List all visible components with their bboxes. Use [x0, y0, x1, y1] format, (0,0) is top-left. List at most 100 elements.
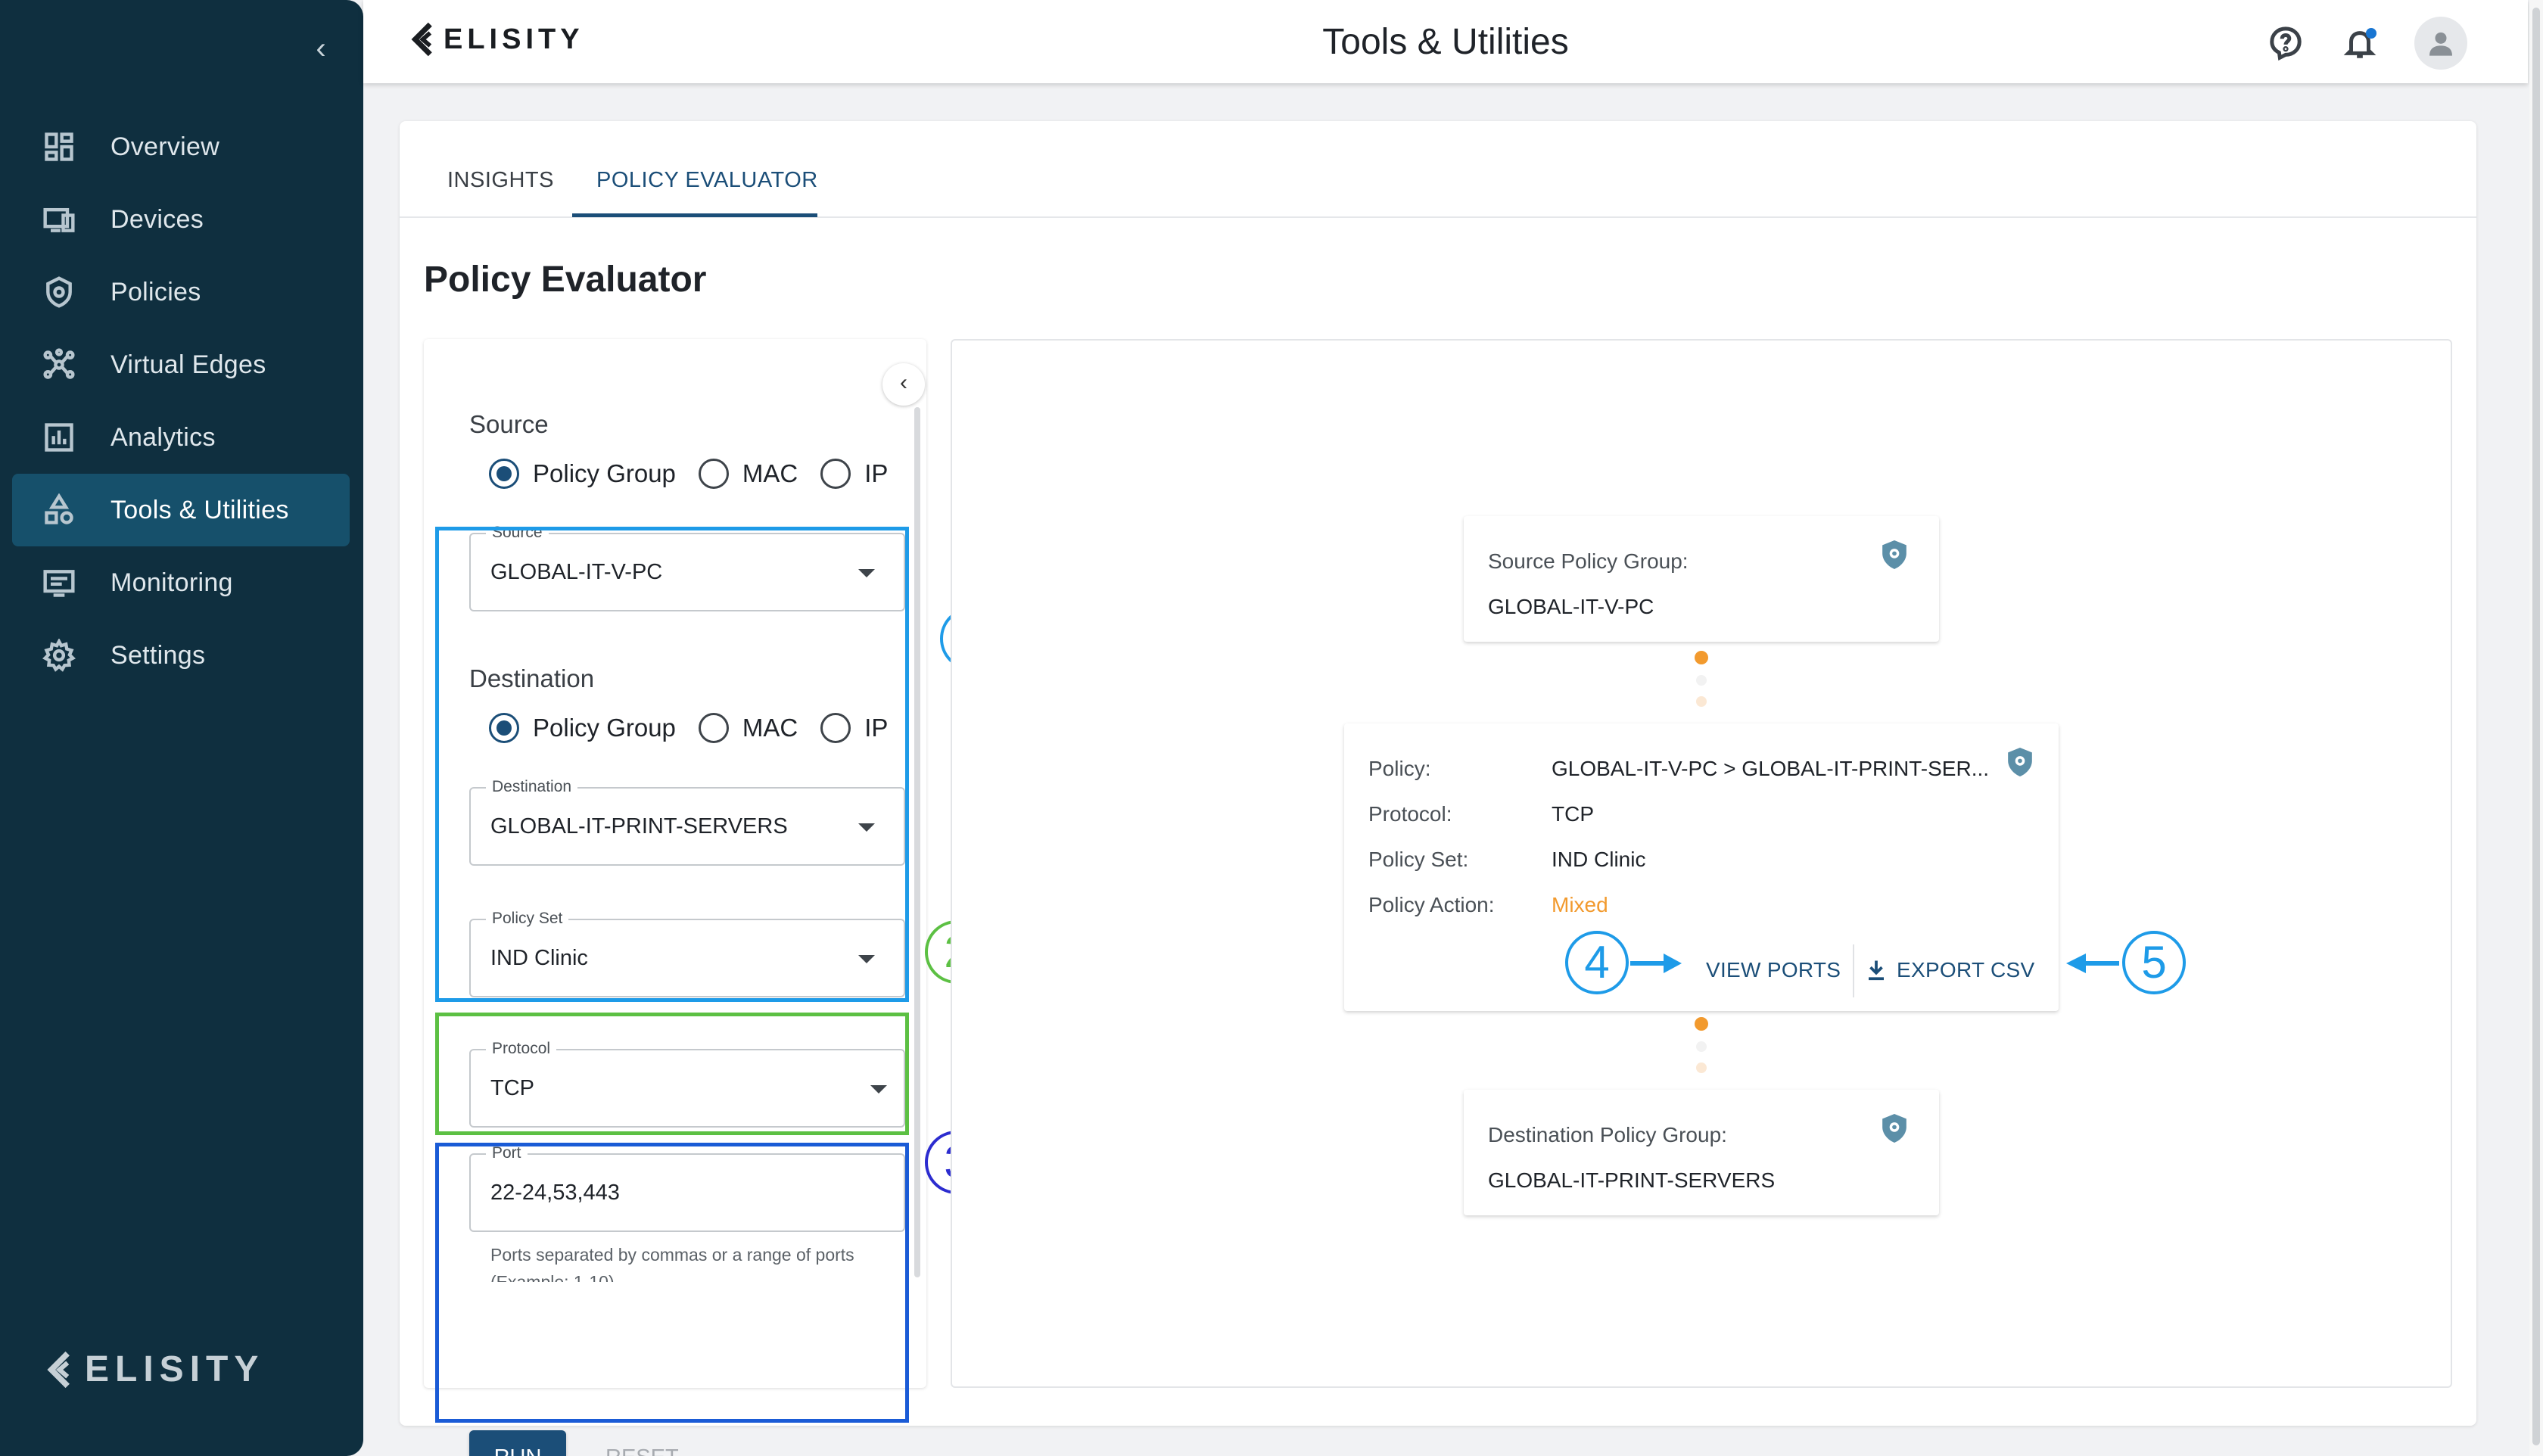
annotation-box-3 — [435, 1143, 909, 1423]
source-radio-policy-group[interactable]: Policy Group — [489, 459, 676, 489]
connector-dot — [1696, 1062, 1707, 1073]
connector-dot — [1696, 675, 1707, 686]
shield-icon — [1882, 540, 1906, 569]
top-header: ELISITY Tools & Utilities — [363, 0, 2528, 83]
source-card-label: Source Policy Group: — [1488, 549, 1689, 573]
source-radio-mac[interactable]: MAC — [698, 459, 798, 489]
tab-bar: INSIGHTS POLICY EVALUATOR — [400, 121, 2476, 218]
devices-icon — [41, 201, 77, 238]
view-ports-button[interactable]: VIEW PORTS — [1706, 947, 1841, 993]
source-section-label: Source — [469, 410, 549, 438]
policy-row-key: Policy Action: — [1368, 893, 1495, 916]
sidebar-item-label: Analytics — [110, 422, 216, 452]
annotation-box-1 — [435, 527, 909, 1002]
policy-row-key: Policy: — [1368, 757, 1431, 780]
sidebar-item-label: Devices — [110, 204, 204, 234]
policy-row-value: IND Clinic — [1552, 848, 1646, 871]
source-radio-ip[interactable]: IP — [820, 459, 888, 489]
sidebar-item-label: Tools & Utilities — [110, 495, 289, 524]
elisity-logo-icon — [47, 1351, 70, 1388]
sidebar-item-label: Settings — [110, 640, 206, 670]
sidebar-item-devices[interactable]: Devices — [12, 183, 350, 256]
annotation-marker-5: 5 — [2122, 931, 2186, 994]
help-icon[interactable] — [2266, 23, 2305, 63]
arrow-right-icon — [1630, 954, 1682, 973]
page-header-title: Tools & Utilities — [1322, 22, 1569, 62]
panel-collapse-button[interactable]: ‹ — [882, 363, 925, 406]
radio-label: Policy Group — [533, 459, 676, 487]
sidebar-item-monitoring[interactable]: Monitoring — [12, 546, 350, 619]
policy-result-card: Policy: GLOBAL-IT-V-PC > GLOBAL-IT-PRINT… — [1344, 723, 2059, 1011]
dashboard-icon — [41, 129, 77, 165]
page-scrollbar[interactable] — [2529, 0, 2543, 1456]
radio-label: MAC — [742, 459, 798, 487]
source-type-radio-group: Policy Group MAC IP — [489, 459, 910, 489]
sidebar: ‹ Overview Devices Policies Virtual Edge… — [0, 0, 363, 1456]
destination-policy-group-card: Destination Policy Group: GLOBAL-IT-PRIN… — [1464, 1090, 1939, 1215]
reset-button[interactable]: RESET — [605, 1430, 679, 1456]
connector-dot — [1696, 1041, 1707, 1052]
policy-row-key: Policy Set: — [1368, 848, 1469, 871]
policy-row-value: GLOBAL-IT-V-PC > GLOBAL-IT-PRINT-SER... — [1552, 757, 1990, 780]
page-scrollbar-thumb[interactable] — [2532, 8, 2540, 1445]
chart-icon — [41, 419, 77, 456]
shield-icon — [41, 274, 77, 310]
protocol-row: Protocol: TCP — [1368, 802, 1594, 826]
sidebar-logo: ELISITY — [44, 1349, 264, 1390]
action-divider — [1853, 944, 1854, 997]
notification-badge — [2366, 28, 2376, 39]
shield-icon — [2008, 748, 2032, 776]
sidebar-collapse-button[interactable]: ‹ — [306, 33, 336, 64]
header-logo[interactable]: ELISITY — [409, 21, 584, 58]
header-logo-text: ELISITY — [444, 23, 584, 55]
connector-dot — [1695, 1017, 1708, 1031]
sidebar-item-label: Policies — [110, 277, 201, 306]
export-csv-label: EXPORT CSV — [1897, 958, 2035, 982]
network-icon — [41, 347, 77, 383]
policy-row: Policy: GLOBAL-IT-V-PC > GLOBAL-IT-PRINT… — [1368, 757, 1989, 781]
sidebar-item-virtual-edges[interactable]: Virtual Edges — [12, 328, 350, 401]
sidebar-item-analytics[interactable]: Analytics — [12, 401, 350, 474]
gear-icon — [41, 637, 77, 674]
tab-policy-evaluator[interactable]: POLICY EVALUATOR — [596, 168, 818, 193]
annotation-marker-4: 4 — [1565, 931, 1629, 994]
source-card-value: GLOBAL-IT-V-PC — [1488, 595, 1654, 618]
policy-set-row: Policy Set: IND Clinic — [1368, 848, 1645, 872]
header-actions — [2266, 17, 2467, 70]
policy-row-key: Protocol: — [1368, 802, 1452, 826]
sidebar-item-settings[interactable]: Settings — [12, 619, 350, 692]
sidebar-item-overview[interactable]: Overview — [12, 110, 350, 183]
sidebar-item-label: Virtual Edges — [110, 350, 266, 379]
tab-insights[interactable]: INSIGHTS — [447, 168, 554, 193]
download-icon — [1869, 960, 1884, 981]
source-policy-group-card: Source Policy Group: GLOBAL-IT-V-PC — [1464, 516, 1939, 642]
connector-dot — [1696, 696, 1707, 707]
arrow-left-icon — [2066, 954, 2119, 973]
elisity-logo-icon — [411, 22, 432, 57]
policy-action-row: Policy Action: Mixed — [1368, 893, 1608, 917]
run-button[interactable]: RUN — [469, 1430, 566, 1456]
sidebar-item-label: Monitoring — [110, 568, 233, 597]
radio-circle — [820, 459, 851, 489]
page-title: Policy Evaluator — [424, 260, 707, 300]
tools-icon — [41, 492, 77, 528]
sidebar-nav: Overview Devices Policies Virtual Edges … — [12, 110, 350, 692]
sidebar-item-tools-utilities[interactable]: Tools & Utilities — [12, 474, 350, 546]
user-avatar[interactable] — [2414, 17, 2467, 70]
destination-card-label: Destination Policy Group: — [1488, 1123, 1727, 1146]
active-tab-indicator — [572, 213, 817, 217]
sidebar-item-policies[interactable]: Policies — [12, 256, 350, 328]
export-csv-button[interactable]: EXPORT CSV — [1865, 947, 2034, 993]
radio-label: IP — [864, 459, 889, 487]
notifications-icon[interactable] — [2340, 23, 2380, 63]
radio-circle — [698, 459, 729, 489]
radio-circle — [489, 459, 519, 489]
annotation-box-2 — [435, 1013, 909, 1135]
policy-row-value: TCP — [1552, 802, 1594, 826]
connector-dot — [1695, 651, 1708, 664]
shield-icon — [1882, 1114, 1906, 1143]
main-card: INSIGHTS POLICY EVALUATOR Policy Evaluat… — [400, 121, 2476, 1456]
form-scrollbar[interactable] — [914, 407, 920, 1277]
evaluation-result-panel: Source Policy Group: GLOBAL-IT-V-PC Poli… — [951, 339, 2452, 1388]
sidebar-logo-text: ELISITY — [85, 1349, 265, 1389]
